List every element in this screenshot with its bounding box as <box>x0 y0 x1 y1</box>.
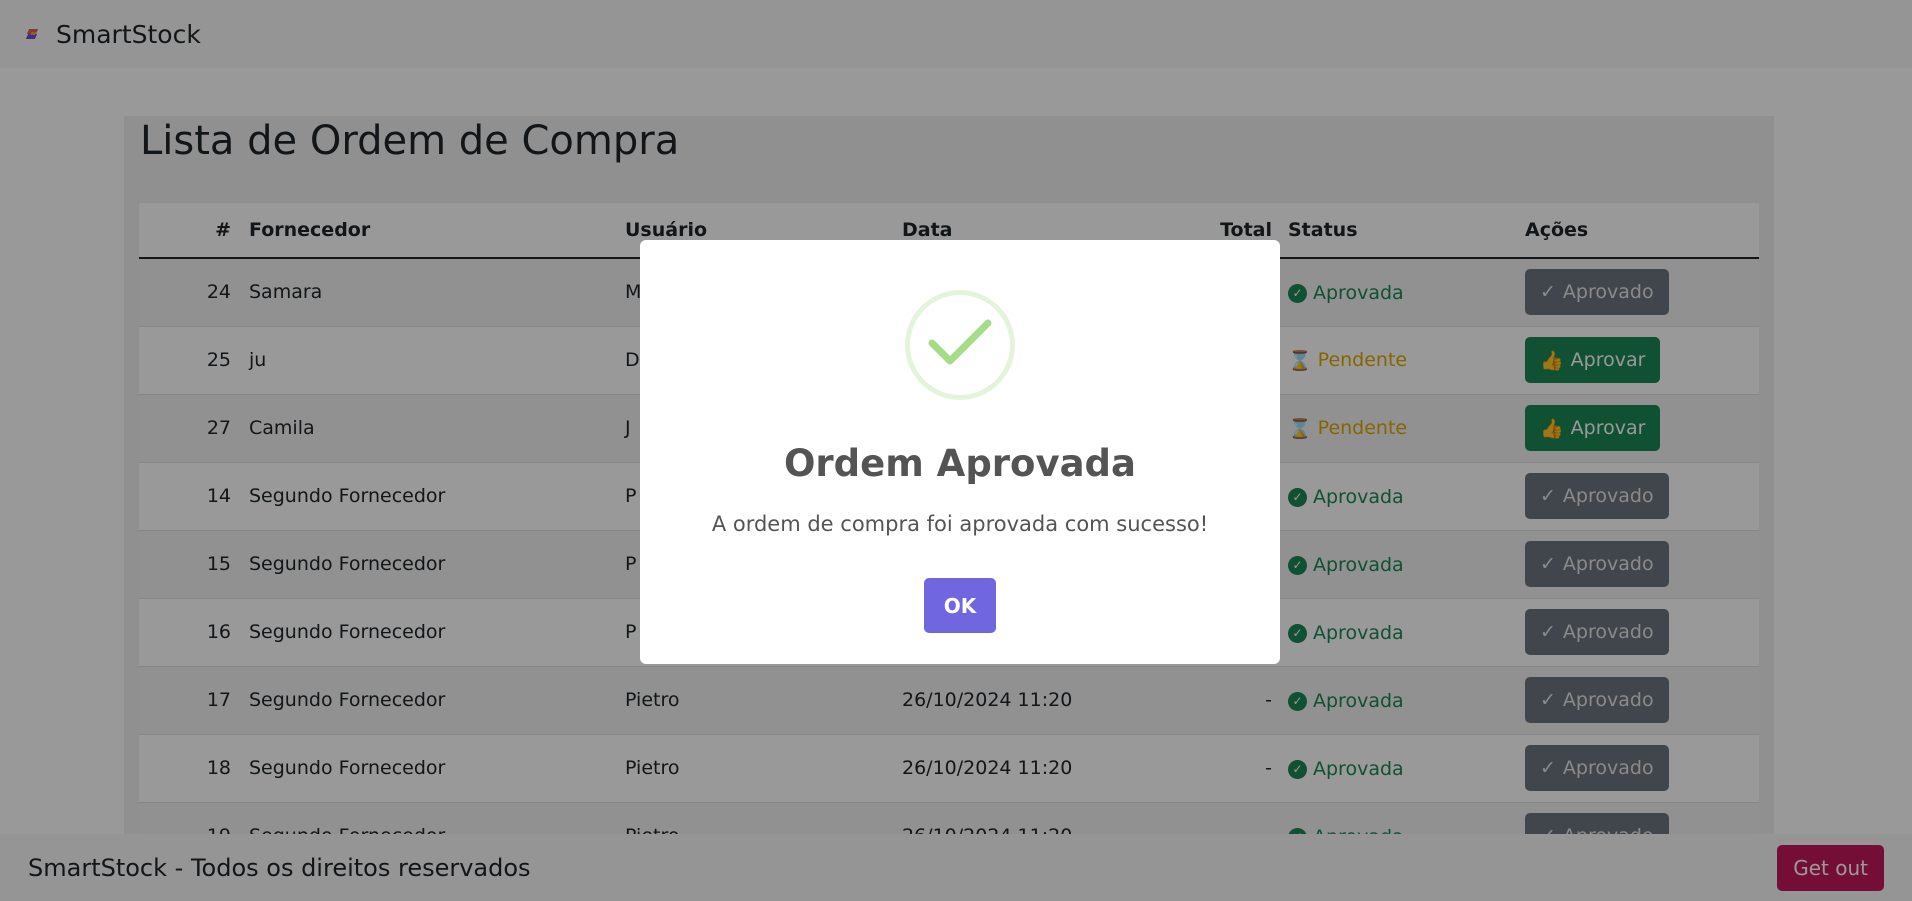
success-dialog: Ordem Aprovada A ordem de compra foi apr… <box>640 240 1280 664</box>
dialog-ok-button[interactable]: OK <box>924 578 996 633</box>
dialog-title: Ordem Aprovada <box>783 442 1137 485</box>
success-check-icon <box>905 290 1015 400</box>
dialog-message: A ordem de compra foi aprovada com suces… <box>711 512 1209 536</box>
